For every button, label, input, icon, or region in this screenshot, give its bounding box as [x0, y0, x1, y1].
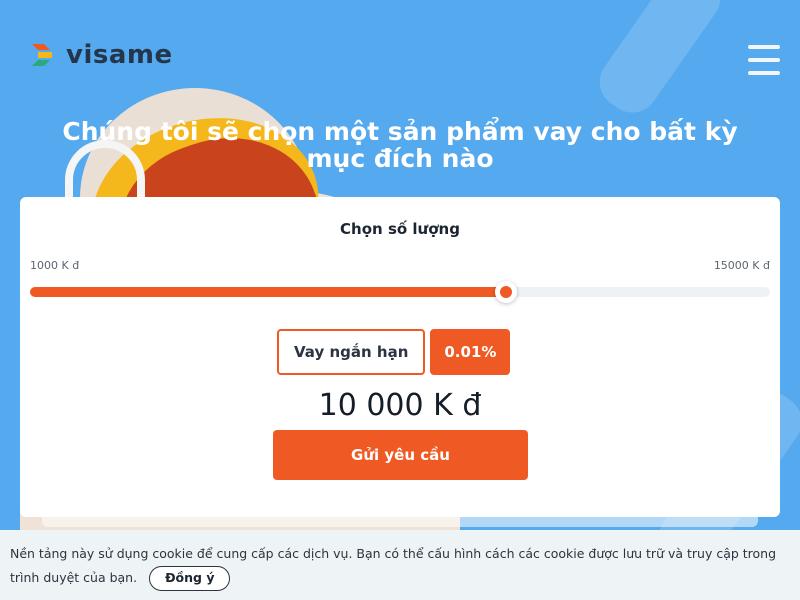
- logo[interactable]: visame: [30, 40, 173, 70]
- slider-fill: [30, 287, 506, 297]
- cookie-text: Nền tảng này sử dụng cookie để cung cấp …: [10, 546, 777, 585]
- loan-amount: 10 000 K đ: [318, 388, 482, 423]
- logo-mark-icon: [32, 44, 52, 66]
- term-row: Vay ngắn hạn 0.01%: [277, 329, 511, 375]
- hamburger-menu-icon[interactable]: [748, 45, 780, 75]
- calculator-title: Chọn số lượng: [340, 220, 460, 238]
- interest-rate-badge: 0.01%: [430, 329, 511, 375]
- card-shadow: [42, 517, 758, 527]
- submit-request-button[interactable]: Gửi yêu cầu: [273, 430, 528, 480]
- cookie-accept-button[interactable]: Đồng ý: [149, 566, 231, 591]
- loan-calculator-card: Chọn số lượng 1000 K đ 15000 K đ Vay ngắ…: [20, 197, 780, 517]
- site-header: visame: [0, 0, 800, 110]
- range-min-label: 1000 K đ: [30, 259, 80, 272]
- short-term-loan-button[interactable]: Vay ngắn hạn: [277, 329, 426, 375]
- cookie-banner: Nền tảng này sử dụng cookie để cung cấp …: [0, 530, 800, 600]
- slider-handle[interactable]: [494, 281, 517, 303]
- hero-title: Chúng tôi sẽ chọn một sản phẩm vay cho b…: [62, 117, 738, 173]
- amount-slider[interactable]: [30, 281, 770, 303]
- logo-text: visame: [66, 40, 173, 70]
- range-max-label: 15000 K đ: [713, 259, 770, 272]
